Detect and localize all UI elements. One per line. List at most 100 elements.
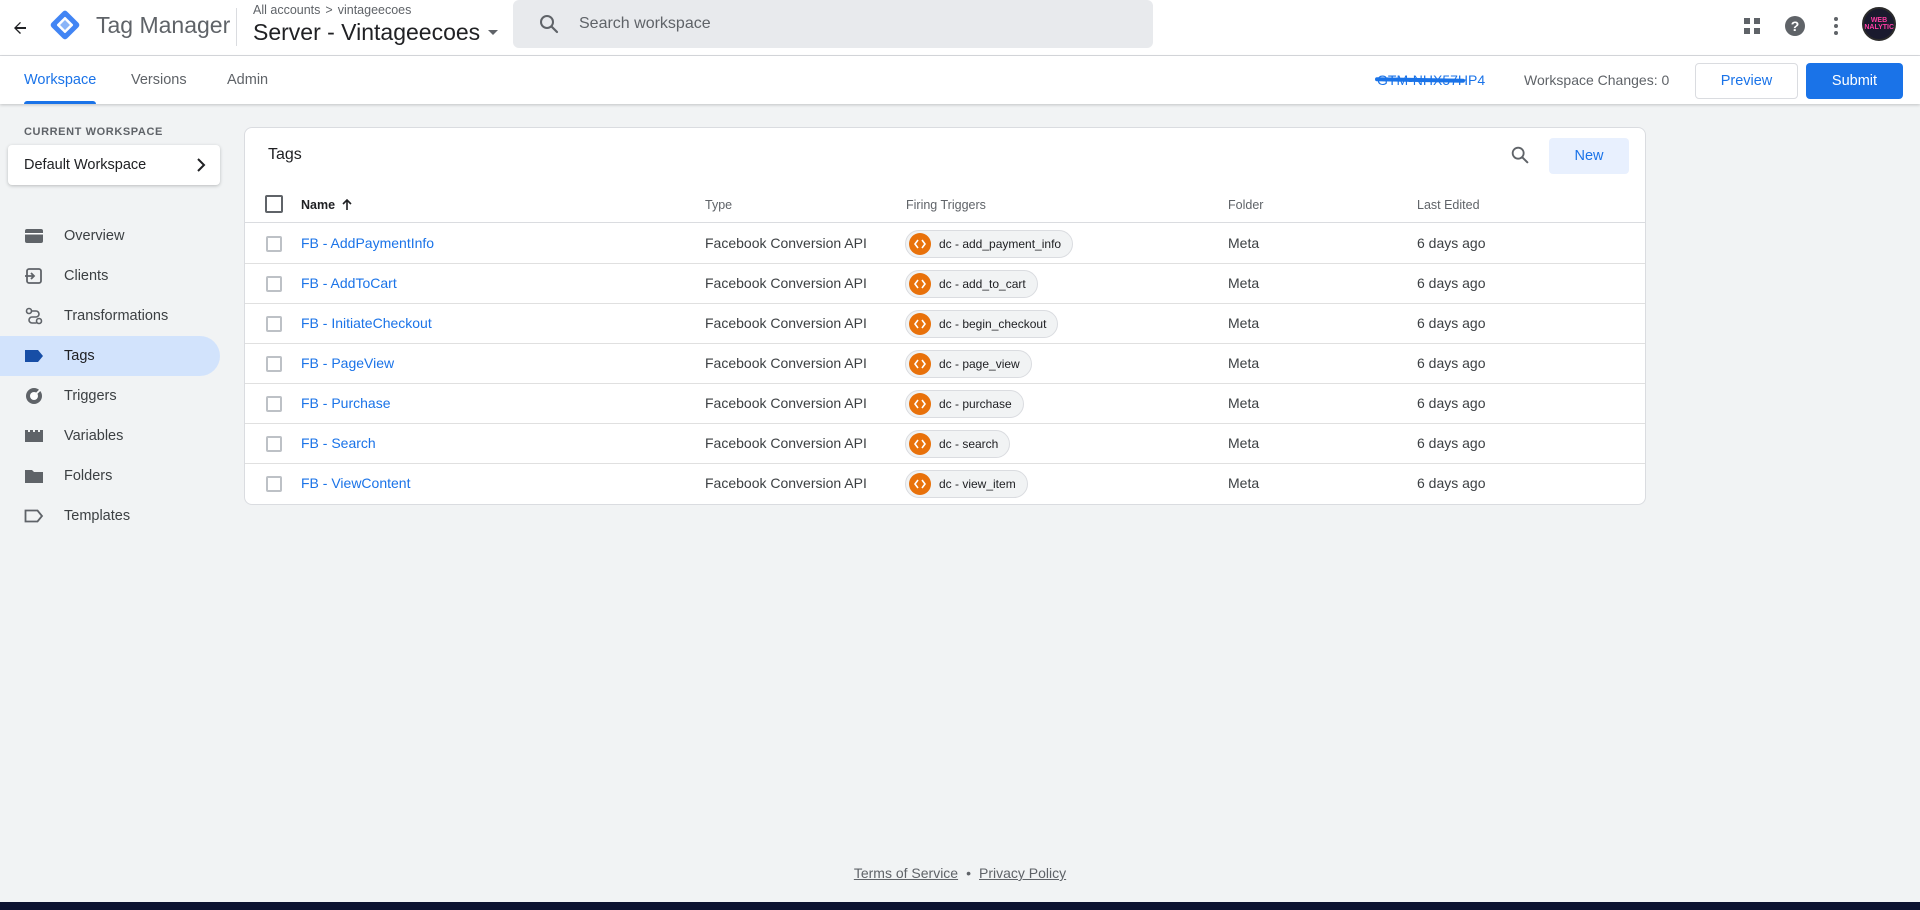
container-selector[interactable]: Server - Vintageecoes xyxy=(253,19,499,46)
table-row[interactable]: FB - InitiateCheckout Facebook Conversion… xyxy=(245,304,1645,344)
tag-last-edited: 6 days ago xyxy=(1417,355,1486,371)
trigger-chip[interactable]: dc - add_payment_info xyxy=(905,230,1074,258)
custom-event-trigger-icon xyxy=(909,473,931,495)
sidebar-item-folders[interactable]: Folders xyxy=(0,456,220,496)
sort-ascending-icon xyxy=(342,198,352,210)
breadcrumb-all-accounts[interactable]: All accounts xyxy=(253,3,320,17)
sidebar-item-triggers[interactable]: Triggers xyxy=(0,376,220,416)
table-row[interactable]: FB - AddPaymentInfo Facebook Conversion A… xyxy=(245,224,1645,264)
svg-text:?: ? xyxy=(1791,18,1800,34)
workspace-selector[interactable]: Default Workspace xyxy=(8,145,220,185)
tag-name-link[interactable]: FB - ViewContent xyxy=(301,475,410,491)
sidebar-item-label: Templates xyxy=(64,508,131,524)
column-header-last-edited[interactable]: Last Edited xyxy=(1417,198,1480,212)
transformations-icon xyxy=(24,306,44,326)
trigger-chip[interactable]: dc - purchase xyxy=(905,390,1024,418)
tag-name-link[interactable]: FB - AddPaymentInfo xyxy=(301,235,434,251)
custom-event-trigger-icon xyxy=(909,313,931,335)
tags-title: Tags xyxy=(268,146,302,163)
breadcrumb-separator: > xyxy=(325,3,333,17)
row-checkbox[interactable] xyxy=(266,436,282,452)
account-avatar[interactable]: WEB ANALYTICS xyxy=(1862,7,1896,41)
tag-last-edited: 6 days ago xyxy=(1417,315,1486,331)
custom-event-trigger-icon xyxy=(909,273,931,295)
tag-name-link[interactable]: FB - Search xyxy=(301,435,376,451)
table-row[interactable]: FB - PageView Facebook Conversion API dc -… xyxy=(245,344,1645,384)
tab-versions[interactable]: Versions xyxy=(131,56,187,104)
trigger-chip[interactable]: dc - add_to_cart xyxy=(905,270,1038,298)
tag-name-link[interactable]: FB - AddToCart xyxy=(301,275,397,291)
trigger-chip[interactable]: dc - view_item xyxy=(905,470,1028,498)
tag-last-edited: 6 days ago xyxy=(1417,395,1486,411)
sidebar-item-label: Transformations xyxy=(64,308,169,324)
trigger-chip-label: dc - add_to_cart xyxy=(939,277,1026,291)
column-header-folder[interactable]: Folder xyxy=(1228,198,1263,212)
privacy-policy-link[interactable]: Privacy Policy xyxy=(979,865,1066,881)
table-row[interactable]: FB - AddToCart Facebook Conversion API dc … xyxy=(245,264,1645,304)
overview-icon xyxy=(24,226,44,246)
folder-icon xyxy=(24,466,44,486)
tag-name-link[interactable]: FB - InitiateCheckout xyxy=(301,315,432,331)
tab-admin[interactable]: Admin xyxy=(227,56,268,104)
breadcrumb[interactable]: All accounts > vintageecoes xyxy=(253,3,411,17)
tag-last-edited: 6 days ago xyxy=(1417,275,1486,291)
column-header-type[interactable]: Type xyxy=(705,198,732,212)
footer: Terms of Service • Privacy Policy xyxy=(0,865,1920,881)
trigger-chip-label: dc - begin_checkout xyxy=(939,317,1047,331)
sidebar-item-overview[interactable]: Overview xyxy=(0,216,220,256)
search-workspace-box[interactable] xyxy=(513,0,1153,48)
more-vert-icon[interactable] xyxy=(1822,12,1850,40)
trigger-chip[interactable]: dc - search xyxy=(905,430,1011,458)
table-row[interactable]: FB - Purchase Facebook Conversion API dc -… xyxy=(245,384,1645,424)
trigger-chip[interactable]: dc - begin_checkout xyxy=(905,310,1059,338)
footer-separator: • xyxy=(966,865,971,881)
sidebar-item-tags[interactable]: Tags xyxy=(0,336,220,376)
help-icon[interactable]: ? xyxy=(1781,12,1809,40)
search-input[interactable] xyxy=(579,15,1119,33)
terms-of-service-link[interactable]: Terms of Service xyxy=(854,865,958,881)
search-icon[interactable] xyxy=(1506,141,1534,169)
row-checkbox[interactable] xyxy=(266,236,282,252)
search-icon xyxy=(540,15,559,34)
tag-folder: Meta xyxy=(1228,395,1260,411)
row-checkbox[interactable] xyxy=(266,476,282,492)
sidebar-item-label: Clients xyxy=(64,268,109,284)
tag-type: Facebook Conversion API xyxy=(705,355,867,371)
table-row[interactable]: FB - Search Facebook Conversion API dc - s… xyxy=(245,424,1645,464)
sidebar-item-transformations[interactable]: Transformations xyxy=(0,296,220,336)
tag-last-edited: 6 days ago xyxy=(1417,475,1486,491)
row-checkbox[interactable] xyxy=(266,396,282,412)
sidebar-item-label: Folders xyxy=(64,468,113,484)
trigger-chip[interactable]: dc - page_view xyxy=(905,350,1032,378)
tag-folder: Meta xyxy=(1228,355,1260,371)
sidebar-item-label: Overview xyxy=(64,228,125,244)
select-all-checkbox[interactable] xyxy=(265,195,283,213)
tab-workspace[interactable]: Workspace xyxy=(24,56,97,104)
sidebar-item-templates[interactable]: Templates xyxy=(0,496,220,536)
breadcrumb-account[interactable]: vintageecoes xyxy=(338,3,412,17)
tag-type: Facebook Conversion API xyxy=(705,315,867,331)
tag-last-edited: 6 days ago xyxy=(1417,435,1486,451)
row-checkbox[interactable] xyxy=(266,276,282,292)
sidebar-item-clients[interactable]: Clients xyxy=(0,256,220,296)
triggers-icon xyxy=(24,386,44,406)
tag-name-link[interactable]: FB - Purchase xyxy=(301,395,390,411)
submit-button[interactable]: Submit xyxy=(1806,63,1903,99)
sidebar-item-label: Tags xyxy=(64,348,95,364)
column-header-name[interactable]: Name xyxy=(301,198,354,212)
row-checkbox[interactable] xyxy=(266,316,282,332)
container-id-link[interactable]: GTM-NHX57HP4 xyxy=(1374,72,1485,88)
tag-name-link[interactable]: FB - PageView xyxy=(301,355,394,371)
preview-button[interactable]: Preview xyxy=(1695,63,1798,99)
back-arrow-icon[interactable] xyxy=(4,12,36,44)
tag-manager-logo-icon[interactable] xyxy=(48,8,82,42)
row-checkbox[interactable] xyxy=(266,356,282,372)
apps-grid-icon[interactable] xyxy=(1738,12,1766,40)
column-header-firing-triggers[interactable]: Firing Triggers xyxy=(906,198,986,212)
tag-type: Facebook Conversion API xyxy=(705,475,867,491)
table-row[interactable]: FB - ViewContent Facebook Conversion API d… xyxy=(245,464,1645,504)
new-tag-button[interactable]: New xyxy=(1549,138,1629,174)
trigger-chip-label: dc - search xyxy=(939,437,999,451)
sidebar-item-variables[interactable]: Variables xyxy=(0,416,220,456)
workspace-tabs-bar: Workspace Versions Admin GTM-NHX57HP4 Wo… xyxy=(0,56,1920,104)
